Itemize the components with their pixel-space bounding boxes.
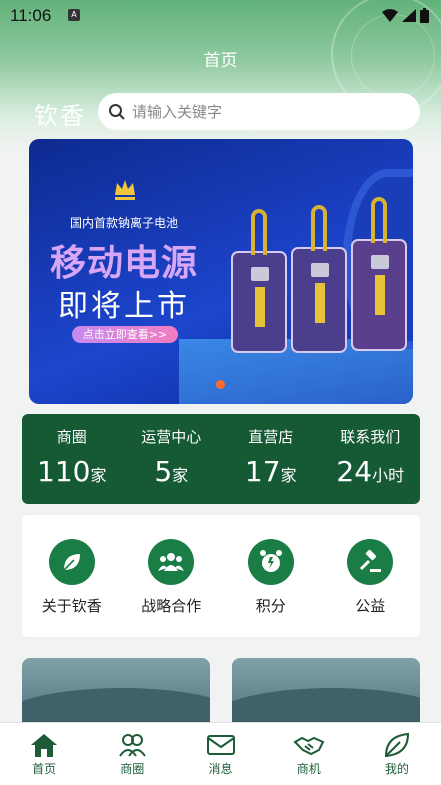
stat-business-circle[interactable]: 商圈 110家	[22, 414, 122, 504]
group-icon	[148, 539, 195, 585]
status-icons	[382, 8, 429, 23]
menu-charity[interactable]: 公益	[321, 539, 421, 637]
notification-icon: A	[68, 9, 80, 21]
signal-icon	[402, 9, 416, 22]
wifi-icon	[382, 9, 398, 22]
stat-unit: 家	[90, 466, 107, 485]
stat-operation-center[interactable]: 运营中心 5家	[122, 414, 222, 504]
stat-unit: 家	[172, 466, 189, 485]
bottom-tab-bar: 首页 商圈 消息 商机 我的	[0, 722, 441, 785]
content-card-2[interactable]	[232, 658, 420, 728]
gavel-icon	[347, 539, 394, 585]
tab-business-circle[interactable]: 商圈	[88, 723, 176, 785]
power-bank-product-3	[351, 197, 407, 351]
leaf-icon	[48, 539, 95, 585]
content-card-1[interactable]	[22, 658, 210, 728]
menu-label: 积分	[255, 597, 286, 615]
stat-value: 17	[244, 455, 281, 488]
tab-profile[interactable]: 我的	[353, 723, 441, 785]
promo-banner[interactable]: 国内首款钠离子电池 移动电源 即将上市 点击立即查看>>	[29, 139, 413, 404]
people-icon	[119, 734, 147, 757]
banner-title-2: 即将上市	[58, 289, 190, 324]
tab-label: 消息	[208, 762, 233, 776]
tab-opportunities[interactable]: 商机	[265, 723, 353, 785]
menu-strategic-cooperation[interactable]: 战略合作	[122, 539, 222, 637]
menu-about[interactable]: 关于钦香	[22, 539, 122, 637]
menu-label: 公益	[355, 597, 386, 615]
menu-points[interactable]: 积分	[221, 539, 321, 637]
banner-title-1: 移动电源	[49, 243, 198, 284]
stat-label: 直营店	[248, 428, 294, 446]
status-time: 11:06	[10, 6, 52, 25]
power-bank-product-1	[231, 209, 287, 353]
power-bank-product-2	[291, 205, 347, 353]
stat-unit: 家	[280, 466, 297, 485]
search-icon	[109, 103, 125, 120]
stat-value: 5	[154, 455, 173, 488]
stat-value: 110	[37, 455, 91, 488]
stat-label: 联系我们	[340, 428, 401, 446]
mail-icon	[206, 735, 235, 755]
tab-label: 我的	[384, 762, 409, 776]
carousel-indicator[interactable]	[216, 380, 225, 389]
handshake-icon	[293, 736, 325, 756]
crown-logo-icon	[115, 180, 135, 200]
tab-label: 商机	[296, 762, 321, 776]
menu-label: 战略合作	[141, 597, 202, 615]
status-bar: 11:06 A	[0, 0, 441, 32]
feature-menu: 关于钦香 战略合作 积分 公益	[22, 515, 420, 637]
home-icon	[31, 734, 58, 757]
banner-subtitle: 国内首款钠离子电池	[69, 216, 178, 230]
alarm-clock-icon	[247, 539, 294, 585]
stat-unit: 小时	[372, 466, 405, 485]
search-bar[interactable]	[98, 93, 420, 130]
tab-label: 首页	[32, 762, 57, 776]
stat-label: 商圈	[56, 428, 87, 446]
banner-cta-button[interactable]: 点击立即查看>>	[72, 326, 178, 343]
stats-panel: 商圈 110家 运营中心 5家 直营店 17家 联系我们 24小时	[22, 414, 420, 504]
search-input[interactable]	[132, 102, 402, 121]
brand-name: 钦香	[34, 102, 86, 130]
stat-contact-us[interactable]: 联系我们 24小时	[321, 414, 421, 504]
stat-value: 24	[336, 455, 373, 488]
tab-messages[interactable]: 消息	[176, 723, 264, 785]
tab-label: 商圈	[120, 762, 145, 776]
battery-icon	[420, 8, 429, 23]
page-title: 首页	[203, 51, 238, 71]
leaf-outline-icon	[384, 732, 409, 758]
stat-direct-store[interactable]: 直营店 17家	[221, 414, 321, 504]
menu-label: 关于钦香	[41, 597, 102, 615]
tab-home[interactable]: 首页	[0, 723, 88, 785]
stat-label: 运营中心	[141, 428, 202, 446]
